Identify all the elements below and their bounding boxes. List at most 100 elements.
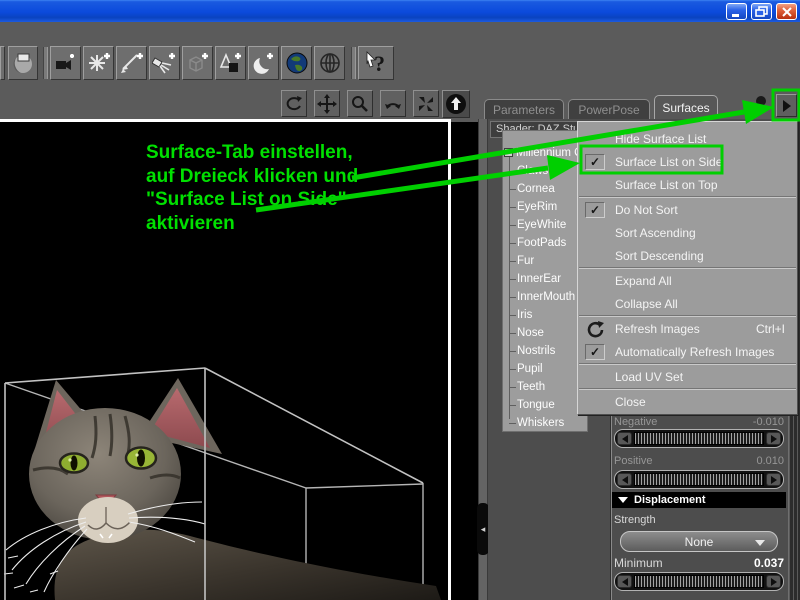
dropdown-arrow-icon — [755, 540, 765, 546]
surface-item[interactable]: InnerMouth — [503, 288, 587, 306]
rotate-button[interactable] — [380, 90, 406, 117]
minimize-button[interactable] — [726, 3, 747, 20]
menu-item-surface-list-on-side[interactable]: ✓ Surface List on Side — [578, 150, 797, 173]
slider-right-arrow[interactable] — [766, 473, 781, 486]
surface-item[interactable]: Pupil — [503, 360, 587, 378]
surface-item[interactable]: EyeRim — [503, 198, 587, 216]
menu-item-sort-descending[interactable]: ✓ Sort Descending — [578, 244, 797, 267]
new-spotlight-button[interactable] — [149, 46, 180, 80]
svg-text:?: ? — [374, 51, 385, 76]
surface-item[interactable]: InnerEar — [503, 270, 587, 288]
menu-item-load-uv-set[interactable]: ✓ Load UV Set — [578, 365, 797, 388]
surface-item[interactable]: Fur — [503, 252, 587, 270]
minimum-slider[interactable] — [614, 572, 784, 591]
close-icon — [781, 6, 792, 17]
zoom-button[interactable] — [347, 90, 373, 117]
surface-label: Cornea — [517, 183, 555, 195]
slider-left-arrow[interactable] — [617, 432, 632, 445]
surface-item[interactable]: Tongue — [503, 396, 587, 414]
menu-shortcut: Ctrl+I — [755, 321, 785, 336]
pane-options-button[interactable] — [776, 94, 797, 117]
active-view-border — [448, 119, 451, 600]
slider-left-arrow[interactable] — [617, 575, 632, 588]
surface-item[interactable]: Teeth — [503, 378, 587, 396]
positive-label: Positive — [614, 455, 653, 467]
reset-view-button[interactable] — [442, 90, 470, 118]
surface-item[interactable]: Iris — [503, 306, 587, 324]
tab-surfaces[interactable]: Surfaces — [654, 95, 718, 119]
annotation-line: auf Dreieck klicken und — [146, 165, 359, 187]
surface-item[interactable]: Claws — [503, 162, 587, 180]
slider-track[interactable] — [634, 473, 764, 486]
earth-globe-button[interactable] — [281, 46, 312, 80]
menu-item-surface-list-on-top[interactable]: ✓ Surface List on Top — [578, 173, 797, 196]
displacement-group-header[interactable]: Displacement — [612, 492, 786, 508]
positive-slider[interactable] — [614, 470, 784, 489]
render-sphere-button[interactable] — [8, 46, 38, 80]
menu-item-do-not-sort[interactable]: ✓ Do Not Sort — [578, 198, 797, 221]
frame-button[interactable] — [413, 90, 439, 117]
menu-item-close[interactable]: ✓ Close — [578, 390, 797, 413]
surface-item[interactable]: Whiskers — [503, 414, 587, 431]
slider-track[interactable] — [634, 432, 764, 445]
new-moon-light-button[interactable] — [248, 46, 279, 80]
surface-label: Nostrils — [517, 345, 556, 357]
restore-icon — [755, 6, 768, 17]
surface-tree-root[interactable]: Millennium Cat L — [503, 143, 587, 162]
surface-label: Pupil — [517, 363, 543, 375]
strength-label: Strength — [614, 514, 656, 526]
orbit-button[interactable] — [281, 90, 307, 117]
3d-viewport[interactable]: Surface-Tab einstellen, auf Dreieck klic… — [0, 122, 478, 600]
surface-item[interactable]: Nostrils — [503, 342, 587, 360]
restore-button[interactable] — [751, 3, 772, 20]
slider-track[interactable] — [634, 575, 764, 588]
menu-item-sort-ascending[interactable]: ✓ Sort Ascending — [578, 221, 797, 244]
negative-slider[interactable] — [614, 429, 784, 448]
surface-item[interactable]: EyeWhite — [503, 216, 587, 234]
menu-item-label: Load UV Set — [615, 369, 684, 384]
surface-label: Claws — [517, 165, 549, 177]
surface-item[interactable]: FootPads — [503, 234, 587, 252]
render-sphere-icon — [13, 53, 32, 73]
new-point-light-icon — [88, 53, 110, 71]
surface-label: Teeth — [517, 381, 546, 393]
close-button[interactable] — [776, 3, 797, 20]
collapse-icon[interactable] — [504, 148, 513, 157]
menu-item-collapse-all[interactable]: ✓ Collapse All — [578, 292, 797, 315]
tab-powerpose[interactable]: PowerPose — [568, 99, 650, 119]
collapse-triangle-icon — [618, 497, 628, 503]
surface-item[interactable]: Cornea — [503, 180, 587, 198]
tab-label: Parameters — [492, 102, 556, 117]
refresh-icon — [587, 320, 604, 337]
new-camera-button[interactable] — [50, 46, 81, 80]
surface-item[interactable]: Nose — [503, 324, 587, 342]
whats-this-help-button[interactable]: ? — [358, 46, 394, 80]
new-point-light-button[interactable] — [83, 46, 114, 80]
menu-item-label: Expand All — [615, 273, 672, 288]
wire-globe-button[interactable] — [314, 46, 345, 80]
menu-item-expand-all[interactable]: ✓ Expand All — [578, 269, 797, 292]
menu-item-auto-refresh-images[interactable]: ✓ Automatically Refresh Images — [578, 340, 797, 363]
frame-icon — [419, 96, 433, 111]
titlebar[interactable] — [0, 0, 800, 22]
menu-item-hide-surface-list[interactable]: ✓ Hide Surface List — [578, 127, 797, 150]
strength-dropdown[interactable]: None — [620, 531, 778, 552]
new-distant-light-icon — [120, 53, 143, 73]
tab-parameters[interactable]: Parameters — [484, 99, 564, 119]
annotation-line: aktivieren — [146, 212, 235, 234]
slider-right-arrow[interactable] — [766, 432, 781, 445]
surface-options-menu: ✓ Hide Surface List ✓ Surface List on Si… — [577, 121, 798, 415]
toolbar-button-edge[interactable] — [0, 46, 5, 80]
new-primitive-button[interactable] — [215, 46, 246, 80]
slider-right-arrow[interactable] — [766, 575, 781, 588]
daz-studio-window: ? Surface-Tab einstellen, auf Dreieck kl… — [0, 0, 800, 600]
menu-item-refresh-images[interactable]: Refresh Images Ctrl+I — [578, 317, 797, 340]
pan-button[interactable] — [314, 90, 340, 117]
surface-list[interactable]: Millennium Cat L Claws Cornea EyeRim Eye… — [502, 130, 588, 432]
check-icon: ✓ — [585, 201, 605, 218]
new-null-button[interactable] — [182, 46, 213, 80]
slider-left-arrow[interactable] — [617, 473, 632, 486]
pin-icon[interactable] — [752, 93, 772, 116]
menu-item-label: Refresh Images — [615, 321, 700, 336]
new-distant-light-button[interactable] — [116, 46, 147, 80]
